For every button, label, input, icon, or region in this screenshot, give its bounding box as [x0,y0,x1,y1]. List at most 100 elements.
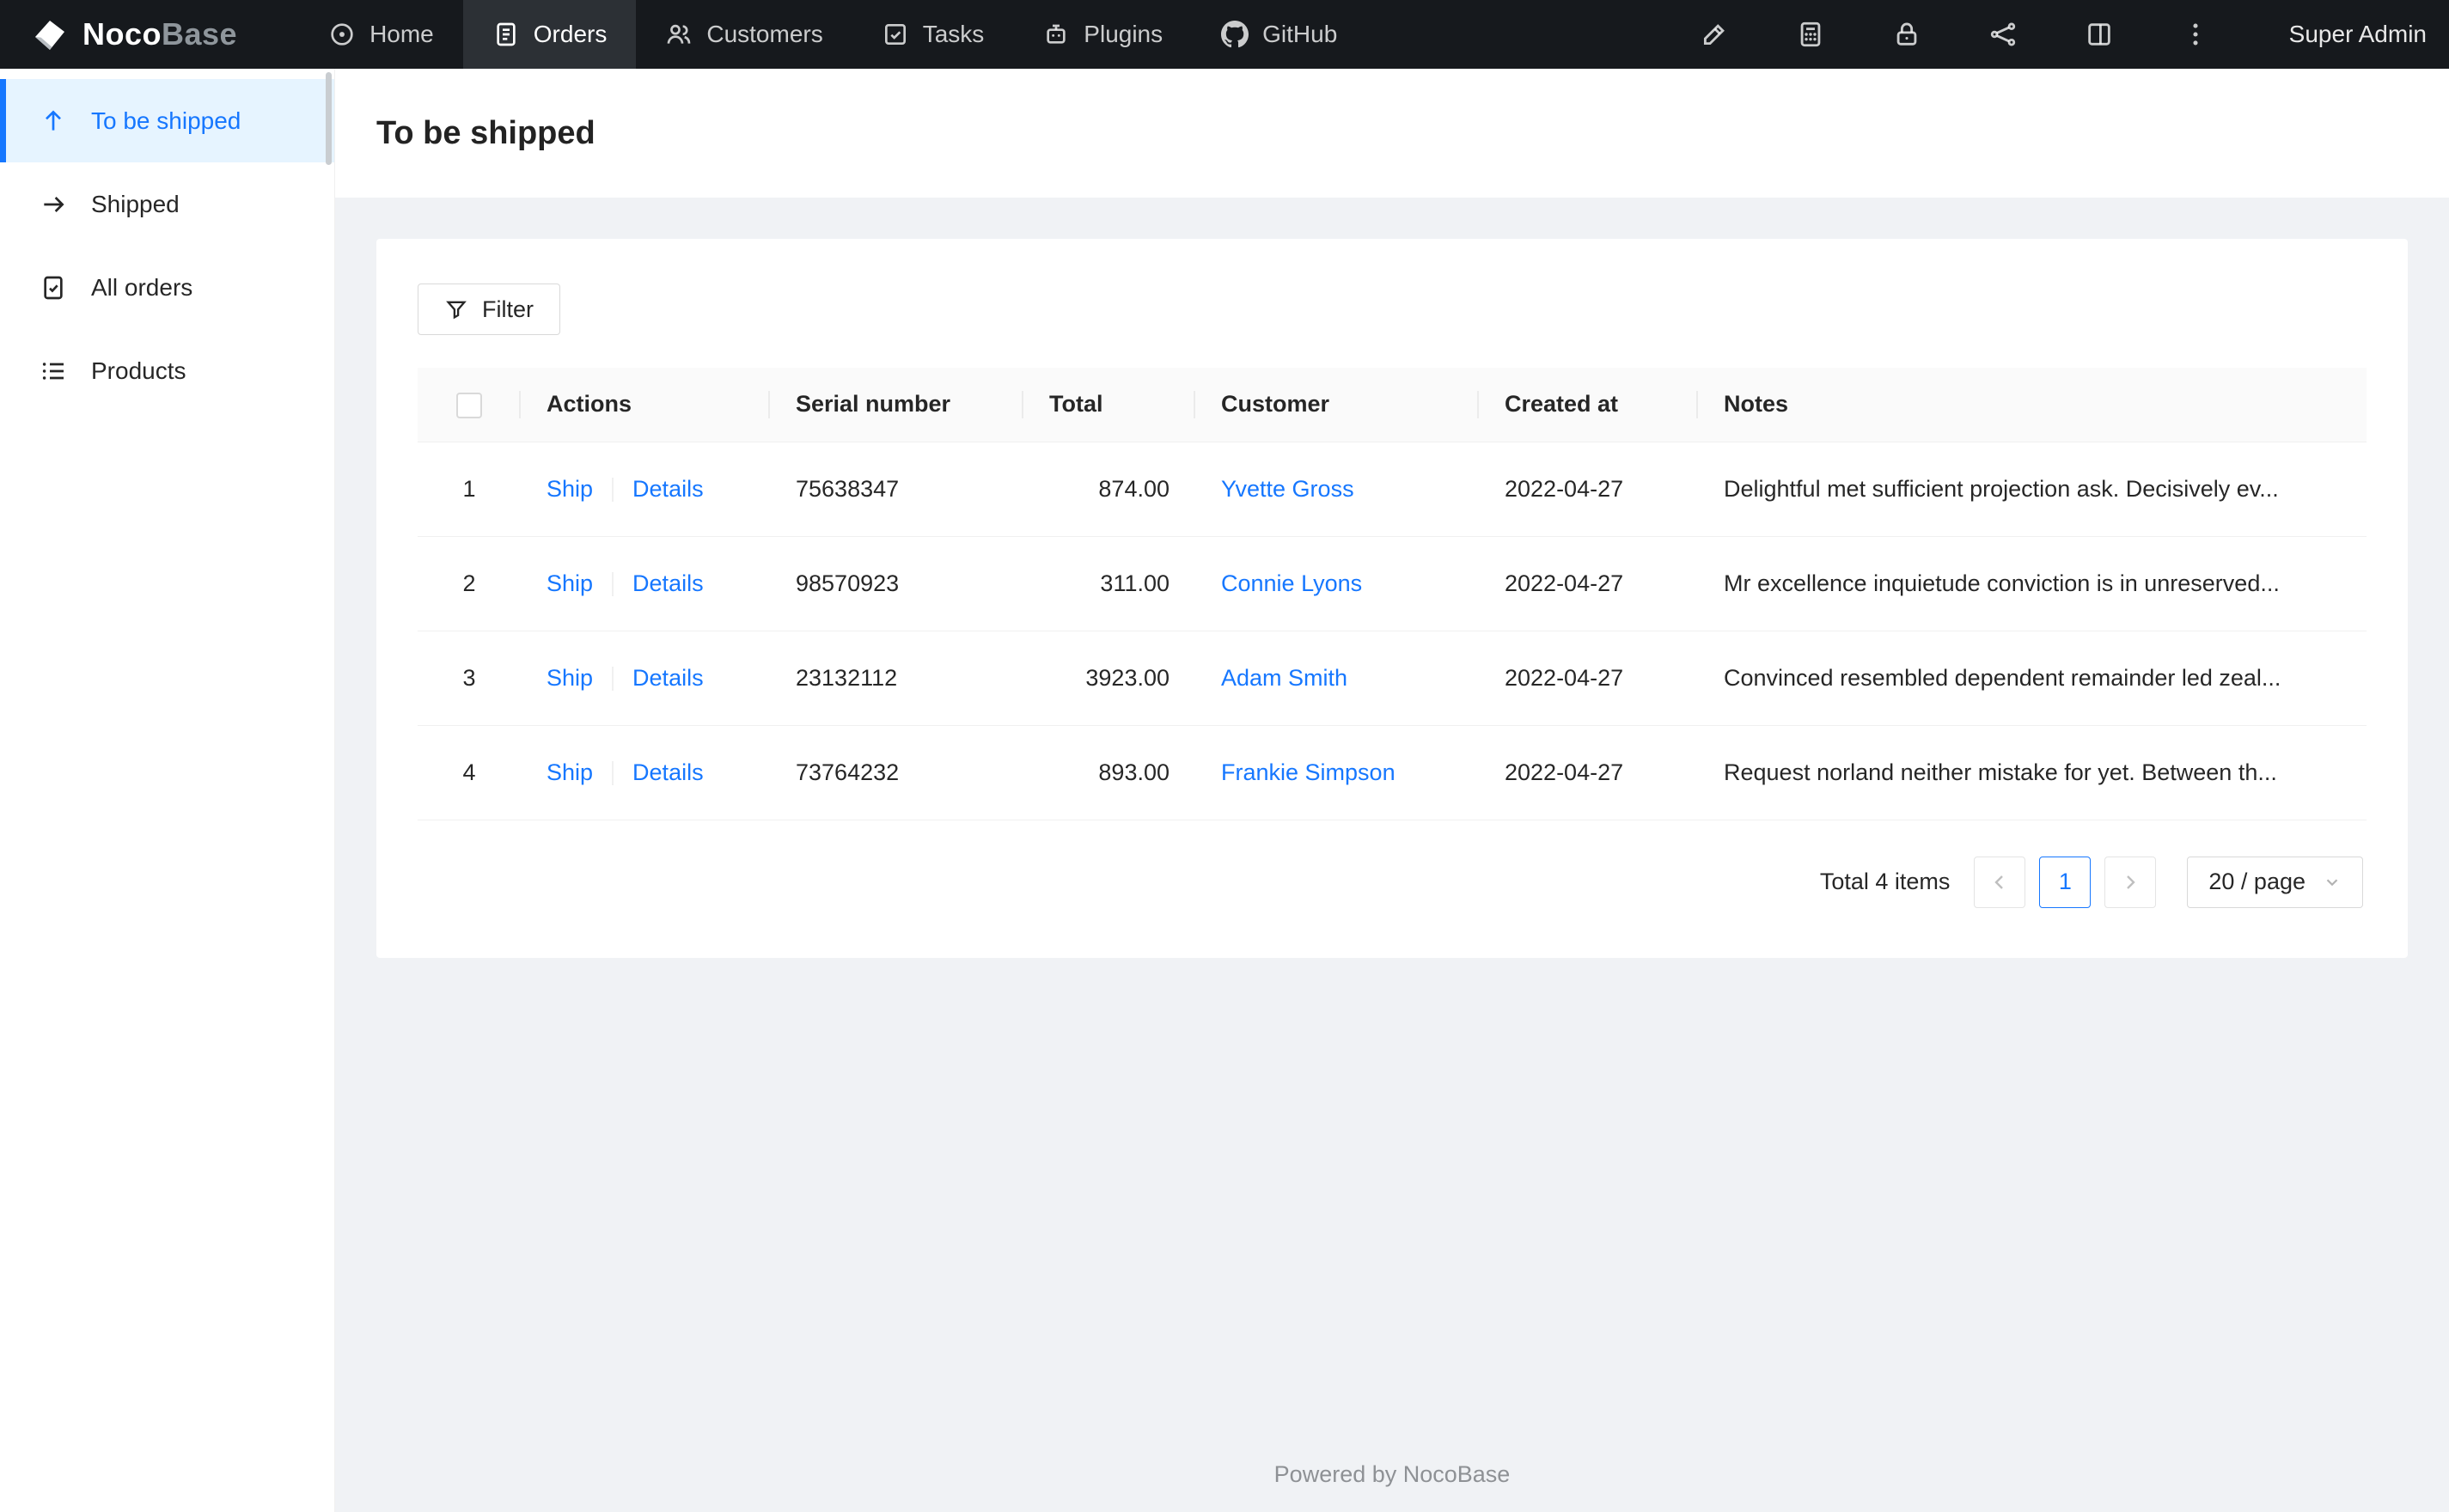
sidebar: To be shipped Shipped All orders Product… [0,69,335,1512]
notes-cell: Mr excellence inquietude conviction is i… [1698,536,2367,631]
filter-button[interactable]: Filter [418,284,560,335]
topbar: NocoBase Home Orders Customers Tasks Plu… [0,0,2449,69]
column-header-serial: Serial number [770,368,1023,442]
sidebar-item-label: Shipped [91,190,180,217]
row-actions: Ship Details [521,725,770,820]
pagination-prev-button[interactable] [1974,856,2026,908]
page-size-select[interactable]: 20 / page [2187,856,2363,908]
chevron-down-icon [2326,878,2338,886]
tasks-icon [884,24,906,45]
nav-item-github[interactable]: GitHub [1192,0,1366,69]
customer-link[interactable]: Frankie Simpson [1221,759,1396,785]
orders-card: Filter Actions Serial number Total Custo… [376,239,2408,958]
nav-item-customers[interactable]: Customers [636,0,852,69]
app-root: NocoBase Home Orders Customers Tasks Plu… [0,0,2449,1512]
total-cell: 3923.00 [1023,631,1195,726]
column-header-total: Total [1023,368,1195,442]
ship-link[interactable]: Ship [547,570,593,596]
serial-cell: 98570923 [770,536,1023,631]
logo-text-secondary: Base [162,16,238,52]
table-row: 3 Ship Details 23132112 3923.00 Adam Smit… [418,631,2367,726]
nav-item-tasks[interactable]: Tasks [852,0,1014,69]
filter-icon [446,301,467,320]
ship-link[interactable]: Ship [547,759,593,785]
nocobase-logo-icon [29,14,70,55]
select-all-checkbox[interactable] [456,392,482,418]
nav-item-label: GitHub [1262,21,1338,47]
created-at-cell: 2022-04-27 [1479,442,1698,537]
home-icon [331,23,353,46]
logo-text: NocoBase [82,16,237,52]
pagination: Total 4 items 1 20 / page [418,820,2367,927]
nav-item-plugins[interactable]: Plugins [1013,0,1192,69]
nav-item-label: Orders [533,21,608,47]
pagination-total: Total 4 items [1819,869,1951,894]
sidebar-item-label: All orders [91,273,193,301]
main-nav: Home Orders Customers Tasks Plugins GitH… [299,0,1366,69]
created-at-cell: 2022-04-27 [1479,536,1698,631]
total-cell: 893.00 [1023,725,1195,820]
details-link[interactable]: Details [632,759,704,785]
customer-cell: Adam Smith [1195,631,1479,726]
details-link[interactable]: Details [632,570,704,596]
sidebar-item-shipped[interactable]: Shipped [0,162,334,246]
table-row: 2 Ship Details 98570923 311.00 Connie Lyo… [418,536,2367,631]
ship-link[interactable]: Ship [547,476,593,502]
table-body: 1 Ship Details 75638347 874.00 Yvette Gro… [418,442,2367,820]
row-actions: Ship Details [521,631,770,726]
chevron-left-icon [1994,875,2004,889]
arrow-right-icon [44,196,64,212]
layout-icon[interactable] [2083,18,2116,51]
notes-cell: Convinced resembled dependent remainder … [1698,631,2367,726]
pagination-next-button[interactable] [2104,856,2157,908]
list-icon [42,362,64,380]
sidebar-item-to-be-shipped[interactable]: To be shipped [0,79,334,162]
ship-link[interactable]: Ship [547,665,593,691]
highlighter-icon[interactable] [1698,18,1731,51]
nav-item-home[interactable]: Home [299,0,463,69]
column-header-created-at: Created at [1479,368,1698,442]
nav-item-label: Plugins [1084,21,1163,47]
sidebar-item-label: Products [91,357,186,384]
nav-item-label: Tasks [922,21,985,47]
api-icon[interactable] [1987,18,2019,51]
nav-item-orders[interactable]: Orders [462,0,637,69]
notes-cell: Delightful met sufficient projection ask… [1698,442,2367,537]
serial-cell: 73764232 [770,725,1023,820]
chevron-right-icon [2127,875,2136,889]
customer-cell: Frankie Simpson [1195,725,1479,820]
orders-icon [497,22,516,46]
sidebar-item-products[interactable]: Products [0,329,334,412]
app-logo[interactable]: NocoBase [0,0,237,69]
pagination-page-1[interactable]: 1 [2039,856,2092,908]
lock-icon[interactable] [1890,18,1923,51]
customer-link[interactable]: Connie Lyons [1221,570,1362,596]
logo-text-primary: Noco [82,16,162,52]
customers-icon [668,24,691,44]
more-icon[interactable] [2179,18,2212,51]
created-at-cell: 2022-04-27 [1479,725,1698,820]
github-icon [1221,21,1249,48]
action-divider [612,572,614,597]
user-menu[interactable]: Super Admin [2289,21,2427,48]
action-divider [612,478,614,503]
arrow-up-icon [46,109,61,131]
nav-item-label: Customers [706,21,823,47]
row-index: 3 [418,631,521,726]
page-size-value: 20 / page [2208,869,2305,894]
total-cell: 874.00 [1023,442,1195,537]
calculator-icon[interactable] [1794,18,1827,51]
details-link[interactable]: Details [632,665,704,691]
column-header-customer: Customer [1195,368,1479,442]
customer-link[interactable]: Yvette Gross [1221,476,1354,502]
row-actions: Ship Details [521,442,770,537]
sidebar-item-all-orders[interactable]: All orders [0,246,334,329]
sidebar-scrollbar[interactable] [326,72,332,165]
serial-cell: 75638347 [770,442,1023,537]
details-link[interactable]: Details [632,476,704,502]
page-title: To be shipped [376,114,595,151]
row-index: 1 [418,442,521,537]
customer-link[interactable]: Adam Smith [1221,665,1347,691]
row-index: 4 [418,725,521,820]
orders-table: Actions Serial number Total Customer Cre… [418,368,2367,820]
